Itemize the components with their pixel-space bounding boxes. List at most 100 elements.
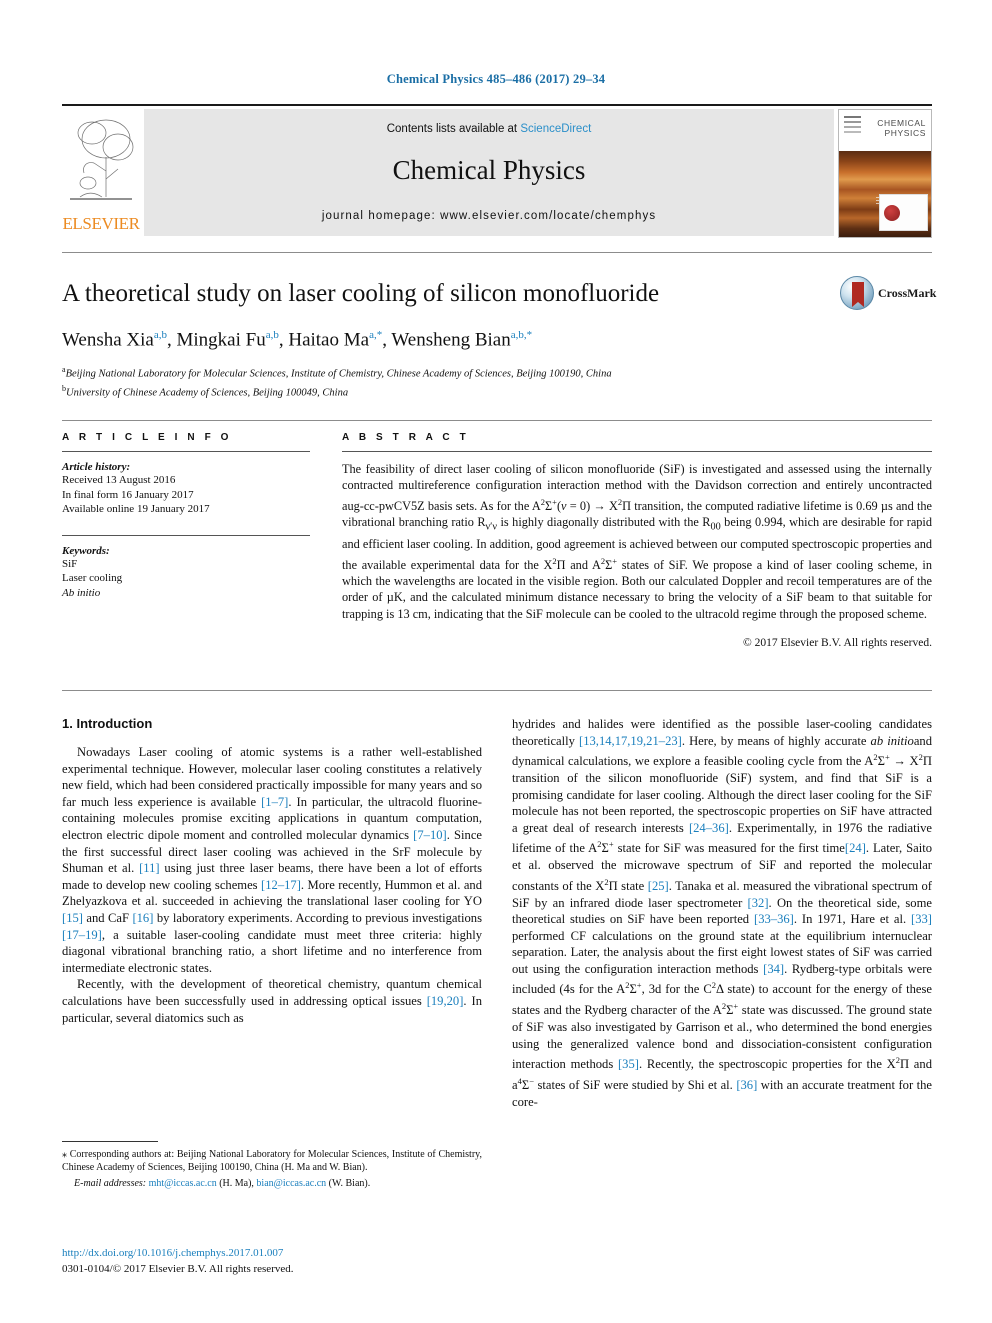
crossmark-circle-icon [840, 276, 874, 310]
citation-13-23[interactable]: [13,14,17,19,21–23] [579, 734, 682, 748]
journal-cover-thumbnail: CHEMICAL PHYSICS [838, 109, 932, 238]
author-3: Haitao Ma [288, 329, 370, 351]
email-note: E-mail addresses: mht@iccas.ac.cn (H. Ma… [62, 1177, 482, 1190]
keywords-rule [62, 534, 310, 536]
cover-header: CHEMICAL PHYSICS [839, 110, 931, 151]
intro-paragraph-right: hydrides and halides were identified as … [512, 717, 933, 1109]
sciencedirect-link[interactable]: ScienceDirect [520, 123, 591, 135]
citation-17-19[interactable]: [17–19] [62, 928, 102, 942]
citation-11[interactable]: [11] [139, 861, 160, 875]
masthead-top-rule [62, 104, 932, 106]
author-list: Wensha Xiaa,b, Mingkai Fua,b, Haitao Maa… [62, 329, 533, 351]
affiliation-a-text: Beijing National Laboratory for Molecula… [65, 368, 612, 380]
doi-block: http://dx.doi.org/10.1016/j.chemphys.201… [62, 1243, 482, 1275]
journal-masthead: ELSEVIER Contents lists available at Sci… [62, 104, 932, 238]
article-info-rule [62, 451, 310, 452]
abstract-column: A B S T R A C T The feasibility of direc… [342, 432, 932, 649]
intro-paragraph-2: Recently, with the development of theore… [62, 976, 482, 1026]
intro-p2-a: Recently, with the development of theore… [62, 977, 482, 1008]
masthead-center: Contents lists available at ScienceDirec… [144, 109, 834, 236]
contents-line: Contents lists available at ScienceDirec… [144, 123, 834, 135]
intro-p1-g: by laboratory experiments. According to … [153, 910, 483, 925]
keywords-label: Keywords: [62, 544, 110, 557]
author-1: Wensha Xia [62, 329, 154, 351]
body-columns: 1. Introduction Nowadays Laser cooling o… [62, 716, 932, 1110]
intro-paragraph-1: Nowadays Laser cooling of atomic systems… [62, 744, 482, 976]
contents-prefix: Contents lists available at [386, 123, 521, 135]
citation-34[interactable]: [34] [763, 962, 784, 976]
abstract-rule [342, 451, 932, 452]
citation-24[interactable]: [24] [845, 842, 866, 856]
article-info-column: A R T I C L E I N F O Article history: R… [62, 432, 324, 649]
author-4-affil: a,b,* [510, 329, 533, 341]
citation-16[interactable]: [16] [132, 911, 153, 925]
citation-32[interactable]: [32] [748, 896, 769, 910]
citation-7-10[interactable]: [7–10] [413, 828, 447, 842]
keyword-sif: SiF [62, 557, 78, 570]
author-3-affil: a,* [369, 329, 383, 341]
email-owner-ma: (H. Ma), [216, 1178, 257, 1189]
abstract-copyright: © 2017 Elsevier B.V. All rights reserved… [743, 637, 932, 650]
issn-copyright-line: 0301-0104/© 2017 Elsevier B.V. All right… [62, 1263, 294, 1275]
author-2-affil: a,b [265, 329, 279, 341]
history-available-online: Available online 19 January 2017 [62, 503, 210, 515]
crossmark-label: CrossMark [878, 286, 937, 300]
elsevier-wordmark: ELSEVIER [62, 214, 140, 233]
article-info-heading: A R T I C L E I N F O [62, 432, 233, 443]
author-1-affil: a,b [153, 329, 167, 341]
affiliation-b: bUniversity of Chinese Academy of Scienc… [62, 382, 932, 400]
citation-25[interactable]: [25] [648, 879, 669, 893]
email-link-bian[interactable]: bian@iccas.ac.cn [256, 1178, 326, 1189]
citation-15[interactable]: [15] [62, 911, 83, 925]
body-left-column: 1. Introduction Nowadays Laser cooling o… [62, 716, 482, 1110]
affiliation-b-text: University of Chinese Academy of Science… [66, 387, 349, 399]
info-abstract-block: A R T I C L E I N F O Article history: R… [62, 420, 932, 649]
article-history-label: Article history: [62, 461, 131, 473]
history-received: Received 13 August 2016 [62, 474, 176, 486]
elsevier-logo: ELSEVIER [62, 109, 140, 236]
elsevier-tree-icon [70, 119, 134, 200]
keyword-laser-cooling: Laser cooling [62, 572, 123, 584]
cover-elsevier-icon [844, 116, 861, 136]
citation-33[interactable]: [33] [911, 912, 932, 926]
email-label: E-mail addresses: [74, 1178, 147, 1189]
author-2: Mingkai Fu [176, 329, 266, 351]
footnote-block: ⁎ Corresponding authors at: Beijing Nati… [62, 1141, 482, 1190]
citation-33-36[interactable]: [33–36] [754, 912, 794, 926]
footnote-rule [62, 1141, 158, 1142]
body-right-column: hydrides and halides were identified as … [512, 716, 932, 1110]
intro-p1-f: and CaF [82, 910, 133, 925]
author-4: Wensheng Bian [391, 329, 511, 351]
journal-homepage[interactable]: journal homepage: www.elsevier.com/locat… [144, 210, 834, 222]
cover-inset-figure [879, 194, 928, 231]
crossmark-bookmark-icon [852, 282, 864, 307]
abstract-text: The feasibility of direct laser cooling … [342, 462, 933, 621]
cover-journal-name: CHEMICAL PHYSICS [877, 118, 926, 138]
citation-12-17[interactable]: [12–17] [261, 878, 301, 892]
intro-p1-h: , a suitable laser-cooling candidate mus… [62, 927, 482, 975]
info-top-rule [62, 420, 932, 421]
intro-r-a: hydrides and halides were identified as … [512, 717, 932, 748]
history-final-form: In final form 16 January 2017 [62, 488, 194, 501]
title-rule [62, 252, 932, 253]
doi-link[interactable]: http://dx.doi.org/10.1016/j.chemphys.201… [62, 1247, 283, 1259]
journal-title: Chemical Physics [392, 155, 586, 185]
citation-19-20[interactable]: [19,20] [427, 994, 464, 1008]
corresponding-text: Corresponding authors at: Beijing Nation… [62, 1149, 482, 1173]
title-block: A theoretical study on laser cooling of … [62, 252, 936, 400]
page-title: A theoretical study on laser cooling of … [62, 280, 660, 307]
body-top-rule [62, 690, 932, 691]
citation-24-36[interactable]: [24–36] [689, 821, 729, 835]
citation-1-7[interactable]: [1–7] [261, 795, 288, 809]
running-head: Chemical Physics 485–486 (2017) 29–34 [386, 72, 606, 86]
email-link-ma[interactable]: mht@iccas.ac.cn [149, 1178, 217, 1189]
corresponding-author-note: ⁎ Corresponding authors at: Beijing Nati… [62, 1148, 482, 1174]
section-heading-introduction: 1. Introduction [62, 716, 153, 731]
paper-page: Chemical Physics 485–486 (2017) 29–34 EL… [0, 0, 992, 1323]
keyword-ab-initio: Ab initio [62, 586, 101, 599]
crossmark-badge[interactable]: CrossMark [840, 276, 936, 310]
citation-36[interactable]: [36] [736, 1078, 757, 1092]
email-owner-bian: (W. Bian). [326, 1178, 371, 1189]
cover-artwork [839, 151, 931, 237]
citation-35[interactable]: [35] [618, 1057, 639, 1071]
